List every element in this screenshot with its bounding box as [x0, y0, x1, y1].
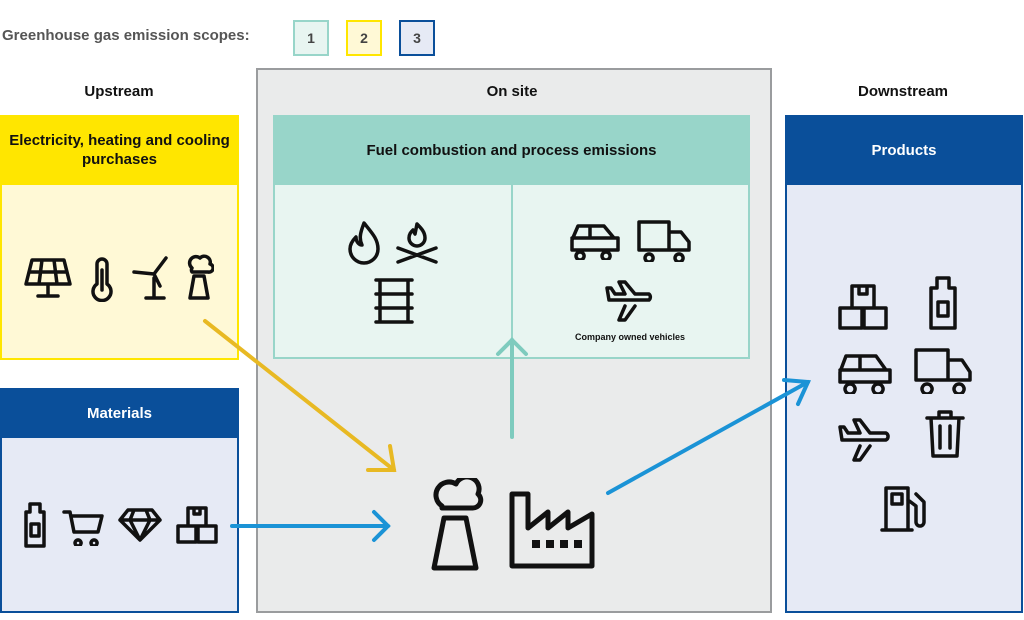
- flow-arrows: [203, 319, 811, 542]
- yellow-arrow: [203, 319, 397, 472]
- materials-blue-arrow: [230, 510, 391, 542]
- downstream-blue-arrow: [606, 378, 811, 495]
- teal-up-arrow: [496, 337, 528, 439]
